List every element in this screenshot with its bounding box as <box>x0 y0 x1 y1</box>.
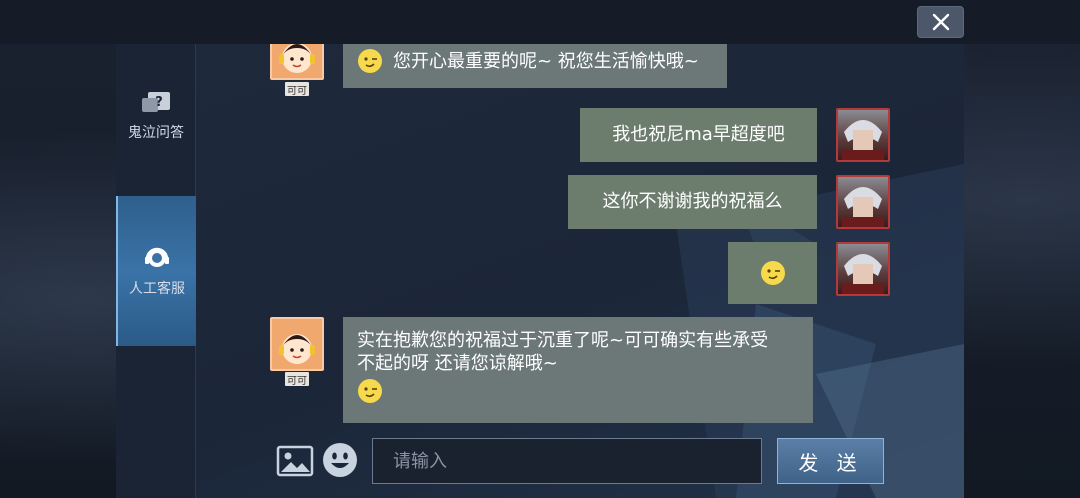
sidebar: ? 鬼泣问答 人工客服 <box>116 44 196 498</box>
svg-text:?: ? <box>155 95 163 110</box>
chat-history: 可可 您开心最重要的呢~ 祝您生活愉快哦~ 我也祝尼ma早超度吧 这你不谢谢我的… <box>196 44 964 434</box>
girl-headset-avatar-icon <box>279 334 315 364</box>
my-message: 我也祝尼ma早超度吧 <box>580 108 817 162</box>
headset-icon <box>145 247 169 267</box>
input-bar: 发 送 <box>196 434 964 498</box>
sidebar-item-label: 人工客服 <box>129 281 185 297</box>
my-message <box>728 242 817 304</box>
user-avatar <box>836 242 890 296</box>
agent-name: 可可 <box>285 82 309 97</box>
question-bubble-icon: ? <box>142 92 170 112</box>
sidebar-item-support[interactable]: 人工客服 <box>116 196 196 346</box>
agent-message: 实在抱歉您的祝福过于沉重了呢~可可确实有些承受 不起的呀 还请您谅解哦~ <box>343 317 813 423</box>
sidebar-item-qa[interactable]: ? 鬼泣问答 <box>116 90 196 146</box>
message-input[interactable] <box>372 438 762 484</box>
close-button[interactable] <box>917 6 964 38</box>
agent-name: 可可 <box>285 372 309 387</box>
wink-emoji-icon <box>760 261 785 285</box>
user-avatar <box>836 175 890 229</box>
wink-emoji-icon <box>358 379 382 403</box>
my-message: 这你不谢谢我的祝福么 <box>568 175 817 229</box>
close-icon <box>932 13 949 31</box>
message-text: 这你不谢谢我的祝福么 <box>602 191 783 212</box>
message-text-line: 实在抱歉您的祝福过于沉重了呢~可可确实有些承受 <box>357 330 769 351</box>
send-image-button[interactable] <box>276 444 314 478</box>
user-avatar <box>836 108 890 162</box>
agent-message: 您开心最重要的呢~ 祝您生活愉快哦~ <box>343 44 727 88</box>
message-text: 您开心最重要的呢~ 祝您生活愉快哦~ <box>393 51 699 72</box>
emoji-picker-button[interactable] <box>322 442 358 478</box>
wink-emoji-icon <box>358 49 382 73</box>
top-bar <box>0 0 1080 44</box>
smiley-icon <box>323 443 357 477</box>
white-hair-character-avatar-icon <box>842 254 884 294</box>
girl-headset-avatar-icon <box>279 44 315 73</box>
image-icon <box>276 445 314 477</box>
white-hair-character-avatar-icon <box>842 120 884 160</box>
send-button[interactable]: 发 送 <box>777 438 884 484</box>
message-text-line: 不起的呀 还请您谅解哦~ <box>357 353 558 374</box>
agent-avatar <box>270 44 324 80</box>
message-text: 我也祝尼ma早超度吧 <box>612 124 785 145</box>
sidebar-item-label: 鬼泣问答 <box>128 125 184 141</box>
white-hair-character-avatar-icon <box>842 187 884 227</box>
agent-avatar <box>270 317 324 371</box>
